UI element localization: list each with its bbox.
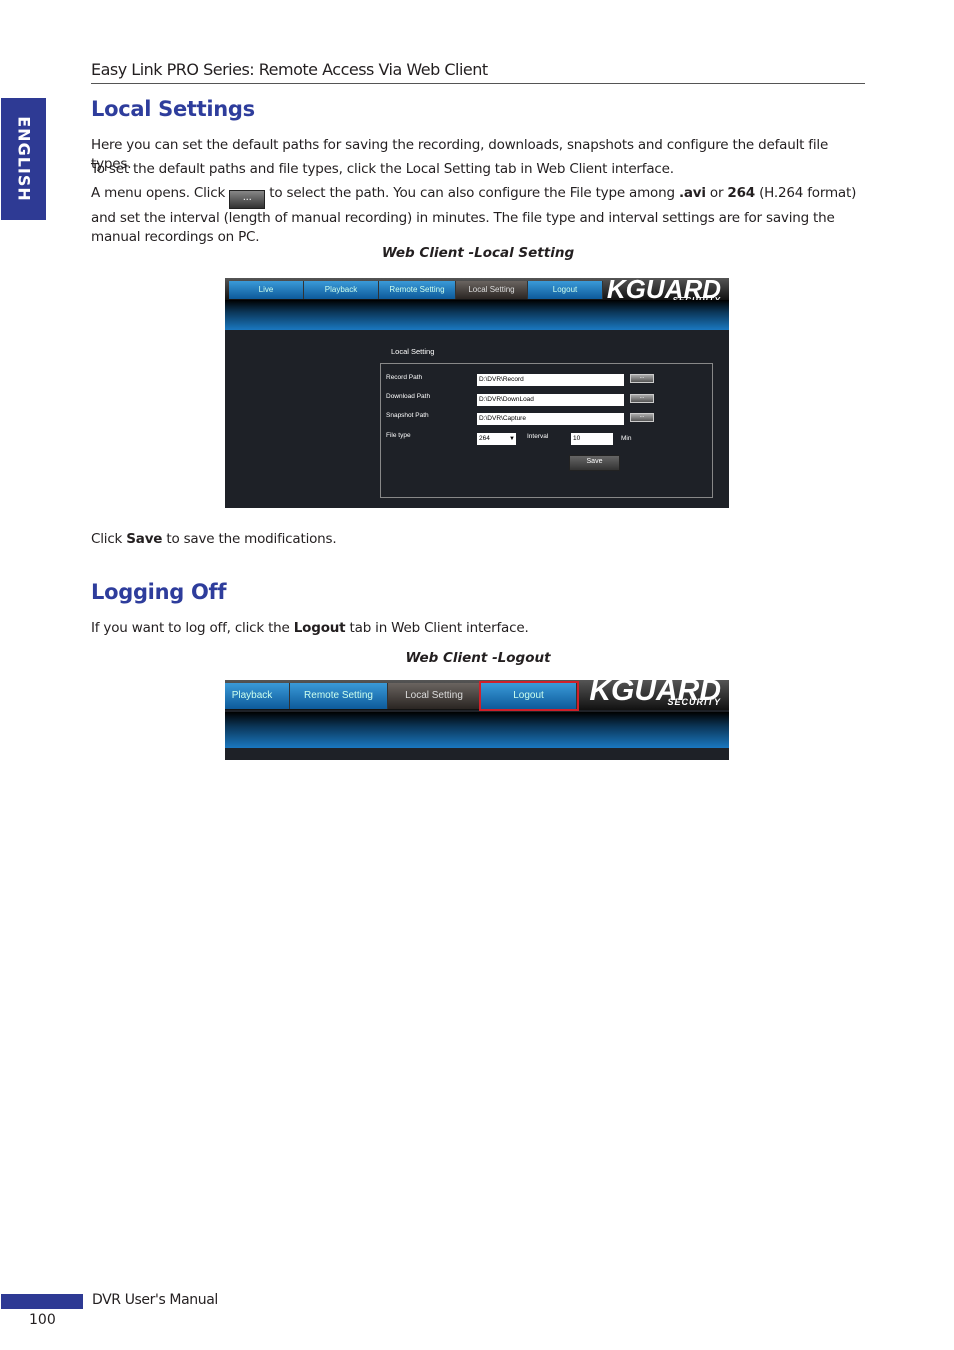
snapshot-path-label: Snapshot Path <box>386 412 429 419</box>
kguard-logo: KGUARDSECURITY <box>589 680 721 707</box>
record-path-label: Record Path <box>386 374 423 381</box>
snapshot-path-input: D:\DVR\Capture <box>477 413 624 425</box>
snapshot-browse-button: ... <box>630 413 654 422</box>
text: .avi <box>678 185 706 201</box>
footer-bar <box>1 1294 83 1309</box>
download-browse-button: ... <box>630 394 654 403</box>
file-type-select: 264 ▼ <box>477 433 516 445</box>
page-header: Easy Link PRO Series: Remote Access Via … <box>91 60 488 79</box>
section-heading-logging-off: Logging Off <box>91 580 227 604</box>
interval-label: Interval <box>527 433 549 440</box>
tab-logout: Logout <box>528 281 603 299</box>
language-tab: ENGLISH <box>1 98 46 220</box>
text: or <box>709 185 724 201</box>
download-path-label: Download Path <box>386 393 431 400</box>
header-divider <box>91 83 865 84</box>
screenshot-local-setting: Live Playback Remote Setting Local Setti… <box>225 278 729 508</box>
interval-unit: Min <box>621 435 632 442</box>
tab-logout-highlighted: Logout <box>479 681 579 711</box>
interval-input: 10 <box>571 433 613 445</box>
tab-live: Live <box>229 281 304 299</box>
text: 264 <box>727 185 756 201</box>
paragraph: Click Save to save the modifications. <box>91 531 337 547</box>
save-button: Save <box>569 455 620 471</box>
section-heading-local-settings: Local Settings <box>91 97 255 121</box>
paragraph: To set the default paths and file types,… <box>91 161 674 177</box>
language-label: ENGLISH <box>14 116 33 202</box>
tab-local-setting: Local Setting <box>456 281 528 299</box>
blue-band <box>225 300 729 330</box>
record-path-input: D:\DVR\Record <box>477 374 624 386</box>
tab-remote-setting: Remote Setting <box>379 281 456 299</box>
download-path-input: D:\DVR\DownLoad <box>477 394 624 406</box>
figure-caption: Web Client -Logout <box>405 650 551 666</box>
text: A menu opens. Click <box>91 185 226 201</box>
chevron-down-icon: ▼ <box>509 436 515 442</box>
record-browse-button: ... <box>630 374 654 383</box>
paragraph: If you want to log off, click the Logout… <box>91 620 529 636</box>
manual-page: Easy Link PRO Series: Remote Access Via … <box>0 0 954 1350</box>
blue-band <box>225 712 729 748</box>
tab-local-setting: Local Setting <box>388 683 481 709</box>
paragraph: A menu opens. Click ... to select the pa… <box>91 184 871 247</box>
figure-caption: Web Client -Local Setting <box>381 245 575 261</box>
tab-playback: Playback <box>304 281 379 299</box>
footer-title: DVR User's Manual <box>92 1292 218 1308</box>
tab-playback: Playback <box>225 683 290 709</box>
screenshot-logout: Playback Remote Setting Local Setting Lo… <box>225 680 729 760</box>
file-type-label: File type <box>386 432 411 439</box>
text: to select the path. You can also configu… <box>269 185 675 201</box>
panel-title: Local Setting <box>391 347 435 356</box>
browse-button-icon: ... <box>229 190 266 209</box>
page-number: 100 <box>29 1312 56 1328</box>
tab-remote-setting: Remote Setting <box>290 683 388 709</box>
